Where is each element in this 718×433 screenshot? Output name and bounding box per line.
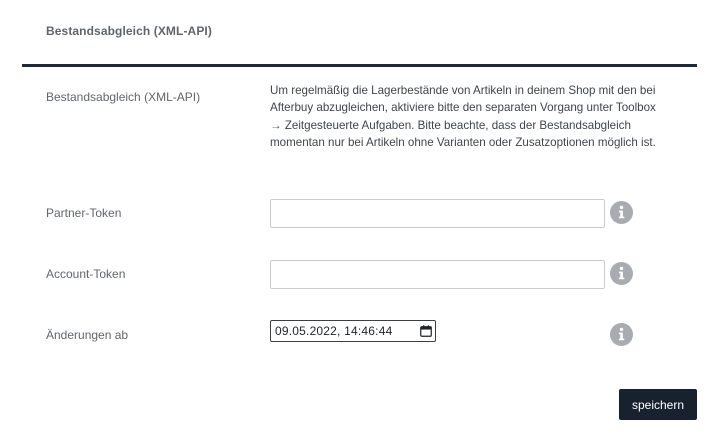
save-button[interactable]: speichern bbox=[619, 389, 697, 420]
account-token-label: Account-Token bbox=[46, 267, 126, 281]
account-token-input[interactable] bbox=[270, 260, 605, 289]
changes-since-info-icon[interactable] bbox=[610, 323, 633, 346]
partner-token-input[interactable] bbox=[270, 199, 605, 228]
partner-token-info-icon[interactable] bbox=[610, 201, 633, 224]
changes-since-datetime-input[interactable]: 09.05.2022, 14:46:44 bbox=[270, 320, 436, 342]
changes-since-value[interactable]: 09.05.2022, 14:46:44 bbox=[275, 324, 392, 338]
section-title: Bestandsabgleich (XML-API) bbox=[46, 24, 212, 38]
sync-description: Um regelmäßig die Lagerbestände von Arti… bbox=[270, 84, 656, 150]
sync-label: Bestandsabgleich (XML-API) bbox=[46, 90, 201, 104]
partner-token-label: Partner-Token bbox=[46, 206, 122, 220]
calendar-icon[interactable] bbox=[420, 325, 432, 337]
section-divider bbox=[22, 64, 697, 67]
changes-since-label: Änderungen ab bbox=[46, 328, 129, 342]
account-token-info-icon[interactable] bbox=[610, 262, 633, 285]
settings-panel: Bestandsabgleich (XML-API) Bestandsabgle… bbox=[0, 0, 718, 433]
